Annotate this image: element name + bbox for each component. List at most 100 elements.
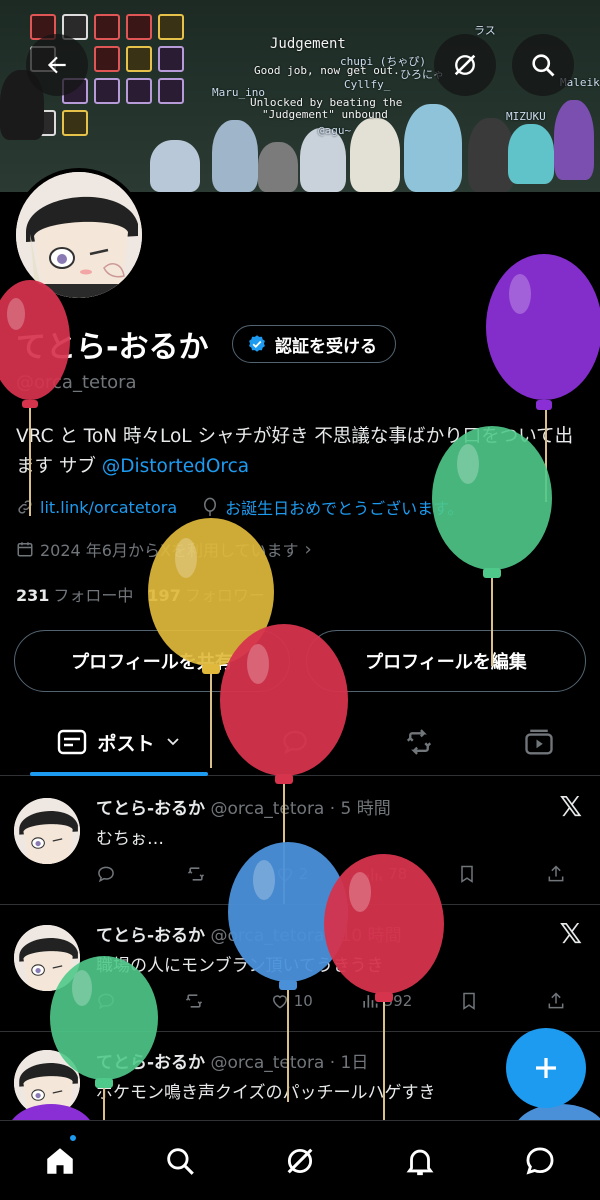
banner-name: Cyllfy_ (344, 78, 391, 91)
bottom-navigation (0, 1120, 600, 1200)
grok-icon (287, 1148, 313, 1174)
chevron-right-icon: › (304, 538, 312, 560)
repost-icon (188, 867, 205, 881)
post-text: むちぉ… (96, 829, 164, 849)
verified-badge-icon (249, 335, 265, 352)
bookmark-button[interactable] (457, 864, 497, 884)
views-button[interactable]: 592 (360, 991, 413, 1011)
tab-posts[interactable]: ポスト (30, 708, 208, 776)
post-avatar[interactable] (14, 925, 80, 991)
like-count: 10 (293, 992, 313, 1010)
reply-button[interactable] (96, 864, 136, 884)
profile-avatar[interactable] (12, 168, 146, 302)
profile-tabs: ポスト (0, 708, 600, 776)
profile-bio: VRC と ToN 時々LoL シャチが好き 不思議な事ばかり口をついて出ます … (16, 422, 591, 482)
post-item[interactable]: てとら-おるか @orca_tetora · 5 時間 𝕏 むちぉ… 2 78 (0, 778, 600, 905)
banner-tile (158, 46, 184, 72)
birthday-text[interactable]: お誕生日おめでとうございます。 (225, 495, 463, 519)
post-avatar-image (14, 925, 80, 991)
post-author-name[interactable]: てとら-おるか (96, 926, 205, 946)
views-button[interactable]: 78 (364, 864, 407, 884)
banner-character (300, 128, 346, 192)
share-button[interactable] (546, 991, 586, 1011)
grok-button[interactable] (434, 34, 496, 96)
tab-replies[interactable] (240, 708, 350, 776)
banner-tile (126, 78, 152, 104)
posts-tab-icon (58, 729, 87, 755)
followers-count: 197 (147, 586, 181, 605)
reply-icon (98, 993, 114, 1010)
profile-name: てとら-おるか (16, 330, 209, 365)
repost-button[interactable] (185, 864, 225, 884)
website-link[interactable]: lit.link/orcatetora (40, 498, 177, 517)
bell-icon (406, 1149, 434, 1176)
post-header: てとら-おるか @orca_tetora · 1日 (96, 1048, 368, 1073)
back-arrow-icon (47, 56, 66, 74)
post-avatar[interactable] (14, 1050, 80, 1116)
edit-profile-button[interactable]: プロフィールを編集 (306, 630, 586, 692)
link-icon (18, 500, 32, 514)
post-author-name[interactable]: てとら-おるか (96, 1053, 205, 1073)
post-avatar[interactable] (14, 798, 80, 864)
heart-icon (272, 995, 287, 1009)
banner-tile (158, 78, 184, 104)
banner-name: Maru_ino (212, 86, 265, 99)
bio-mention-link[interactable]: @DistortedOrca (102, 456, 249, 477)
views-icon (362, 995, 378, 1008)
nav-messages[interactable] (480, 1121, 600, 1200)
calendar-icon (17, 542, 33, 557)
avatar-illustration (16, 172, 142, 298)
repost-button[interactable] (183, 991, 223, 1011)
followers-stat[interactable]: 197 フォロワー (147, 582, 264, 606)
profile-handle: @orca_tetora (16, 372, 137, 393)
post-author-name[interactable]: てとら-おるか (96, 799, 205, 819)
compose-post-button[interactable] (506, 1028, 586, 1108)
heart-icon (277, 868, 292, 882)
reply-tab-icon (283, 730, 307, 755)
share-button[interactable] (546, 864, 586, 884)
tab-posts-label: ポスト (97, 732, 155, 755)
search-button[interactable] (512, 34, 574, 96)
like-count: 2 (298, 865, 309, 883)
share-profile-button[interactable]: プロフィールを共有 (14, 630, 290, 692)
get-verified-label: 認証を受ける (275, 336, 377, 357)
post-actions: 10 592 (96, 991, 586, 1011)
balloon-birthday-icon (204, 497, 217, 516)
profile-meta-links: lit.link/orcatetora お誕生日おめでとうございます。 (16, 495, 464, 519)
tab-media[interactable] (484, 708, 594, 776)
plus-icon (536, 1058, 556, 1078)
banner-tile (62, 110, 88, 136)
reply-button[interactable] (96, 991, 136, 1011)
like-button[interactable]: 2 (275, 864, 315, 884)
post-actions: 2 78 (96, 864, 586, 884)
nav-notifications[interactable] (360, 1121, 480, 1200)
banner-character (212, 120, 258, 192)
nav-search[interactable] (120, 1121, 240, 1200)
post-meta: @orca_tetora · 1日 (210, 1053, 369, 1073)
banner-tile (94, 14, 120, 40)
banner-character (404, 104, 462, 192)
post-meta: @orca_tetora · 5 時間 (210, 799, 391, 819)
banner-title-text: Judgement (270, 36, 346, 52)
following-stat[interactable]: 231 フォロー中 (16, 582, 133, 606)
nav-grok[interactable] (240, 1121, 360, 1200)
x-logo-icon: 𝕏 (559, 790, 582, 823)
bookmark-button[interactable] (459, 991, 499, 1011)
joined-row[interactable]: 2024 年6月からXを利用しています › (16, 537, 312, 561)
grok-icon (454, 54, 476, 76)
nav-home[interactable] (0, 1121, 120, 1200)
post-text: 職場の人にモンブラン頂いてうきうき (96, 956, 384, 976)
banner-name: @agu~ (318, 124, 352, 137)
back-button[interactable] (26, 34, 88, 96)
like-button[interactable]: 10 (270, 991, 313, 1011)
views-count: 592 (383, 992, 413, 1010)
bookmark-icon (463, 992, 475, 1010)
post-item[interactable]: てとら-おるか @orca_tetora · 10 時間 𝕏 職場の人にモンブラ… (0, 905, 600, 1032)
notification-dot (68, 1133, 78, 1143)
tab-reposts[interactable] (364, 708, 474, 776)
active-tab-indicator (30, 772, 208, 776)
get-verified-button[interactable]: 認証を受ける (232, 325, 396, 363)
search-icon (167, 1148, 194, 1175)
profile-banner[interactable]: Judgement Good job, now get out. Unlocke… (0, 0, 600, 192)
chevron-down-icon (166, 738, 179, 746)
